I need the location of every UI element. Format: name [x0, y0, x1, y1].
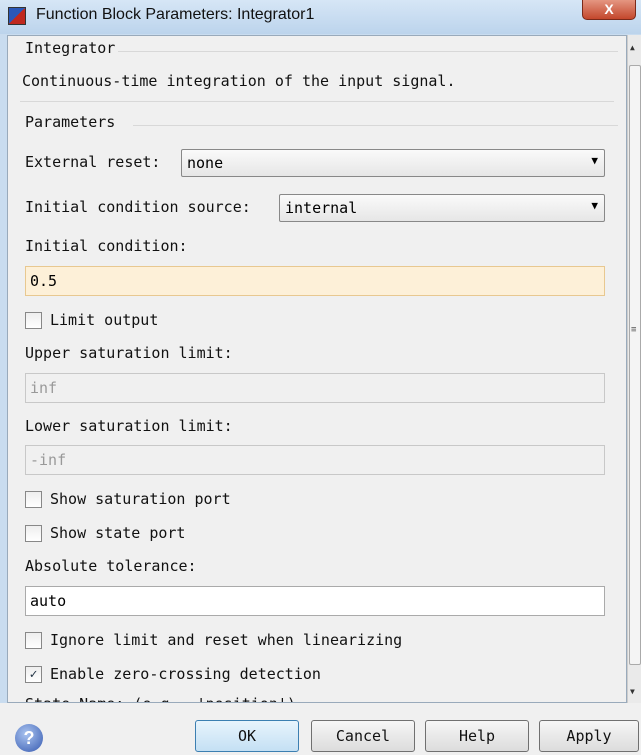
external-reset-value: none	[187, 154, 224, 172]
state-name-label: State Name: (e.g., 'position')	[25, 695, 296, 702]
simulink-app-icon	[8, 7, 26, 25]
show-state-port-checkbox[interactable]	[25, 525, 42, 542]
block-description: Continuous-time integration of the input…	[22, 72, 456, 90]
absolute-tolerance-input[interactable]: auto	[25, 586, 605, 616]
ignore-limit-checkbox[interactable]	[25, 632, 42, 649]
lower-limit-input[interactable]: -inf	[25, 445, 605, 475]
parameters-heading: Parameters	[25, 113, 116, 131]
zero-crossing-label: Enable zero-crossing detection	[50, 665, 321, 683]
limit-output-checkbox[interactable]	[25, 312, 42, 329]
initial-condition-label: Initial condition:	[25, 237, 188, 255]
ignore-limit-label: Ignore limit and reset when linearizing	[50, 631, 403, 649]
divider	[20, 101, 614, 102]
apply-button[interactable]: Apply	[539, 720, 639, 752]
window-title: Function Block Parameters: Integrator1	[36, 6, 315, 23]
help-button[interactable]: Help	[425, 720, 529, 752]
cancel-button[interactable]: Cancel	[311, 720, 415, 752]
grip-icon: ≡	[631, 325, 637, 335]
chevron-down-icon: ▼	[591, 199, 598, 212]
external-reset-label: External reset:	[25, 153, 161, 171]
chevron-down-icon: ▼	[591, 154, 598, 167]
ok-button[interactable]: OK	[195, 720, 299, 752]
upper-limit-input[interactable]: inf	[25, 373, 605, 403]
upper-limit-label: Upper saturation limit:	[25, 344, 233, 362]
limit-output-label: Limit output	[50, 311, 159, 329]
scrollbar-thumb[interactable]	[629, 65, 641, 665]
initial-condition-input[interactable]: 0.5	[25, 266, 605, 296]
close-button[interactable]: X	[582, 0, 636, 20]
help-question-icon[interactable]: ?	[15, 724, 43, 752]
parameters-panel: Integrator Continuous-time integration o…	[7, 35, 627, 703]
external-reset-select[interactable]: none ▼	[181, 149, 605, 177]
show-saturation-port-checkbox[interactable]	[25, 491, 42, 508]
ic-source-select[interactable]: internal ▼	[279, 194, 605, 222]
button-bar: ? OK Cancel Help Apply	[0, 703, 641, 755]
ic-source-value: internal	[285, 199, 358, 217]
show-state-port-label: Show state port	[50, 524, 186, 542]
divider	[118, 51, 618, 52]
vertical-scrollbar[interactable]: ▲ ≡ ▼	[627, 35, 641, 703]
title-bar: Function Block Parameters: Integrator1 X	[0, 0, 641, 34]
absolute-tolerance-label: Absolute tolerance:	[25, 557, 197, 575]
show-saturation-port-label: Show saturation port	[50, 490, 231, 508]
block-name-heading: Integrator	[25, 39, 116, 57]
scroll-down-arrow-icon[interactable]: ▼	[630, 687, 635, 696]
zero-crossing-checkbox[interactable]: ✓	[25, 666, 42, 683]
scroll-up-arrow-icon[interactable]: ▲	[630, 43, 635, 52]
divider	[133, 125, 618, 126]
lower-limit-label: Lower saturation limit:	[25, 417, 233, 435]
ic-source-label: Initial condition source:	[25, 198, 251, 216]
